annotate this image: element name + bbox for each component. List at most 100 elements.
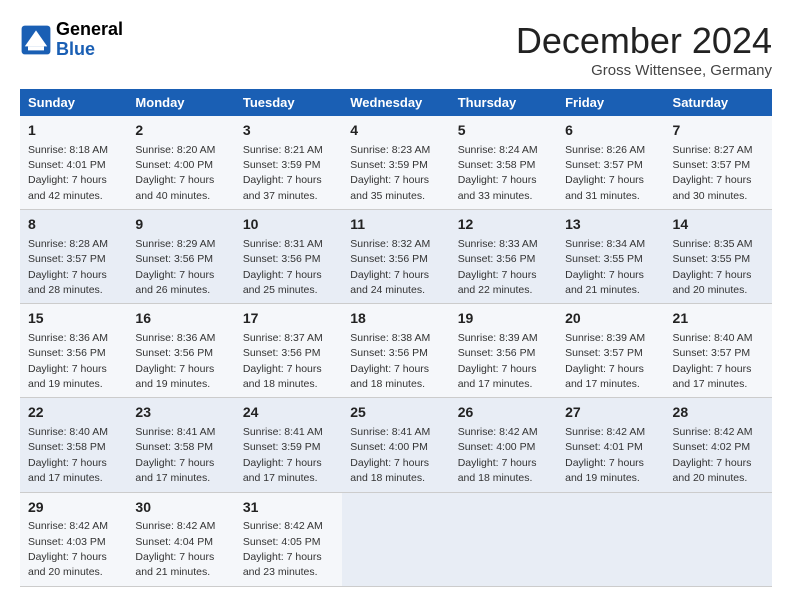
calendar-cell: 12 Sunrise: 8:33 AMSunset: 3:56 PMDaylig… [450, 210, 557, 304]
day-number: 7 [673, 121, 764, 141]
day-info: Sunrise: 8:24 AMSunset: 3:58 PMDaylight:… [458, 144, 538, 202]
day-info: Sunrise: 8:41 AMSunset: 3:58 PMDaylight:… [135, 426, 215, 484]
day-info: Sunrise: 8:20 AMSunset: 4:00 PMDaylight:… [135, 144, 215, 202]
day-info: Sunrise: 8:36 AMSunset: 3:56 PMDaylight:… [28, 332, 108, 390]
day-info: Sunrise: 8:32 AMSunset: 3:56 PMDaylight:… [350, 238, 430, 296]
month-title: December 2024 [516, 20, 772, 62]
calendar-cell: 13 Sunrise: 8:34 AMSunset: 3:55 PMDaylig… [557, 210, 664, 304]
day-number: 20 [565, 309, 656, 329]
day-info: Sunrise: 8:29 AMSunset: 3:56 PMDaylight:… [135, 238, 215, 296]
day-info: Sunrise: 8:39 AMSunset: 3:57 PMDaylight:… [565, 332, 645, 390]
calendar-cell: 3 Sunrise: 8:21 AMSunset: 3:59 PMDayligh… [235, 116, 342, 210]
logo-general: General [56, 20, 123, 40]
day-number: 24 [243, 403, 334, 423]
day-number: 10 [243, 215, 334, 235]
calendar-week-row: 29 Sunrise: 8:42 AMSunset: 4:03 PMDaylig… [20, 492, 772, 586]
day-number: 16 [135, 309, 226, 329]
day-number: 31 [243, 498, 334, 518]
day-info: Sunrise: 8:42 AMSunset: 4:01 PMDaylight:… [565, 426, 645, 484]
calendar-cell: 5 Sunrise: 8:24 AMSunset: 3:58 PMDayligh… [450, 116, 557, 210]
calendar-cell: 8 Sunrise: 8:28 AMSunset: 3:57 PMDayligh… [20, 210, 127, 304]
header-friday: Friday [557, 89, 664, 116]
calendar-cell: 24 Sunrise: 8:41 AMSunset: 3:59 PMDaylig… [235, 398, 342, 492]
day-info: Sunrise: 8:38 AMSunset: 3:56 PMDaylight:… [350, 332, 430, 390]
day-info: Sunrise: 8:26 AMSunset: 3:57 PMDaylight:… [565, 144, 645, 202]
calendar-week-row: 8 Sunrise: 8:28 AMSunset: 3:57 PMDayligh… [20, 210, 772, 304]
day-number: 17 [243, 309, 334, 329]
calendar-cell: 1 Sunrise: 8:18 AMSunset: 4:01 PMDayligh… [20, 116, 127, 210]
calendar-cell: 31 Sunrise: 8:42 AMSunset: 4:05 PMDaylig… [235, 492, 342, 586]
day-info: Sunrise: 8:23 AMSunset: 3:59 PMDaylight:… [350, 144, 430, 202]
logo-blue: Blue [56, 40, 123, 60]
location: Gross Wittensee, Germany [516, 62, 772, 79]
day-number: 26 [458, 403, 549, 423]
day-info: Sunrise: 8:28 AMSunset: 3:57 PMDaylight:… [28, 238, 108, 296]
calendar-cell: 23 Sunrise: 8:41 AMSunset: 3:58 PMDaylig… [127, 398, 234, 492]
day-number: 4 [350, 121, 441, 141]
day-info: Sunrise: 8:40 AMSunset: 3:58 PMDaylight:… [28, 426, 108, 484]
day-number: 30 [135, 498, 226, 518]
day-info: Sunrise: 8:42 AMSunset: 4:00 PMDaylight:… [458, 426, 538, 484]
day-number: 3 [243, 121, 334, 141]
calendar-cell [450, 492, 557, 586]
header-thursday: Thursday [450, 89, 557, 116]
calendar-week-row: 15 Sunrise: 8:36 AMSunset: 3:56 PMDaylig… [20, 304, 772, 398]
calendar-cell: 16 Sunrise: 8:36 AMSunset: 3:56 PMDaylig… [127, 304, 234, 398]
day-number: 11 [350, 215, 441, 235]
calendar-cell: 10 Sunrise: 8:31 AMSunset: 3:56 PMDaylig… [235, 210, 342, 304]
day-number: 21 [673, 309, 764, 329]
day-number: 29 [28, 498, 119, 518]
calendar-header-row: SundayMondayTuesdayWednesdayThursdayFrid… [20, 89, 772, 116]
day-number: 28 [673, 403, 764, 423]
day-number: 27 [565, 403, 656, 423]
calendar-cell: 14 Sunrise: 8:35 AMSunset: 3:55 PMDaylig… [665, 210, 772, 304]
day-info: Sunrise: 8:31 AMSunset: 3:56 PMDaylight:… [243, 238, 323, 296]
calendar-cell: 7 Sunrise: 8:27 AMSunset: 3:57 PMDayligh… [665, 116, 772, 210]
day-info: Sunrise: 8:42 AMSunset: 4:02 PMDaylight:… [673, 426, 753, 484]
calendar-table: SundayMondayTuesdayWednesdayThursdayFrid… [20, 89, 772, 587]
calendar-cell: 11 Sunrise: 8:32 AMSunset: 3:56 PMDaylig… [342, 210, 449, 304]
day-info: Sunrise: 8:42 AMSunset: 4:05 PMDaylight:… [243, 520, 323, 578]
calendar-cell [557, 492, 664, 586]
day-info: Sunrise: 8:41 AMSunset: 3:59 PMDaylight:… [243, 426, 323, 484]
page-header: General Blue December 2024 Gross Wittens… [20, 20, 772, 79]
calendar-cell: 30 Sunrise: 8:42 AMSunset: 4:04 PMDaylig… [127, 492, 234, 586]
calendar-cell: 17 Sunrise: 8:37 AMSunset: 3:56 PMDaylig… [235, 304, 342, 398]
day-info: Sunrise: 8:40 AMSunset: 3:57 PMDaylight:… [673, 332, 753, 390]
header-wednesday: Wednesday [342, 89, 449, 116]
day-number: 23 [135, 403, 226, 423]
day-info: Sunrise: 8:34 AMSunset: 3:55 PMDaylight:… [565, 238, 645, 296]
calendar-cell: 27 Sunrise: 8:42 AMSunset: 4:01 PMDaylig… [557, 398, 664, 492]
calendar-week-row: 22 Sunrise: 8:40 AMSunset: 3:58 PMDaylig… [20, 398, 772, 492]
day-info: Sunrise: 8:42 AMSunset: 4:04 PMDaylight:… [135, 520, 215, 578]
day-number: 18 [350, 309, 441, 329]
day-number: 6 [565, 121, 656, 141]
day-info: Sunrise: 8:18 AMSunset: 4:01 PMDaylight:… [28, 144, 108, 202]
calendar-cell [665, 492, 772, 586]
header-saturday: Saturday [665, 89, 772, 116]
day-info: Sunrise: 8:27 AMSunset: 3:57 PMDaylight:… [673, 144, 753, 202]
calendar-cell: 28 Sunrise: 8:42 AMSunset: 4:02 PMDaylig… [665, 398, 772, 492]
header-sunday: Sunday [20, 89, 127, 116]
calendar-cell: 21 Sunrise: 8:40 AMSunset: 3:57 PMDaylig… [665, 304, 772, 398]
title-block: December 2024 Gross Wittensee, Germany [516, 20, 772, 79]
day-info: Sunrise: 8:35 AMSunset: 3:55 PMDaylight:… [673, 238, 753, 296]
day-number: 14 [673, 215, 764, 235]
day-info: Sunrise: 8:41 AMSunset: 4:00 PMDaylight:… [350, 426, 430, 484]
day-info: Sunrise: 8:36 AMSunset: 3:56 PMDaylight:… [135, 332, 215, 390]
calendar-cell: 22 Sunrise: 8:40 AMSunset: 3:58 PMDaylig… [20, 398, 127, 492]
day-number: 1 [28, 121, 119, 141]
day-number: 13 [565, 215, 656, 235]
day-number: 2 [135, 121, 226, 141]
calendar-week-row: 1 Sunrise: 8:18 AMSunset: 4:01 PMDayligh… [20, 116, 772, 210]
header-monday: Monday [127, 89, 234, 116]
day-info: Sunrise: 8:37 AMSunset: 3:56 PMDaylight:… [243, 332, 323, 390]
calendar-cell [342, 492, 449, 586]
calendar-cell: 26 Sunrise: 8:42 AMSunset: 4:00 PMDaylig… [450, 398, 557, 492]
day-number: 9 [135, 215, 226, 235]
calendar-cell: 15 Sunrise: 8:36 AMSunset: 3:56 PMDaylig… [20, 304, 127, 398]
day-info: Sunrise: 8:33 AMSunset: 3:56 PMDaylight:… [458, 238, 538, 296]
day-number: 25 [350, 403, 441, 423]
calendar-cell: 9 Sunrise: 8:29 AMSunset: 3:56 PMDayligh… [127, 210, 234, 304]
calendar-cell: 18 Sunrise: 8:38 AMSunset: 3:56 PMDaylig… [342, 304, 449, 398]
